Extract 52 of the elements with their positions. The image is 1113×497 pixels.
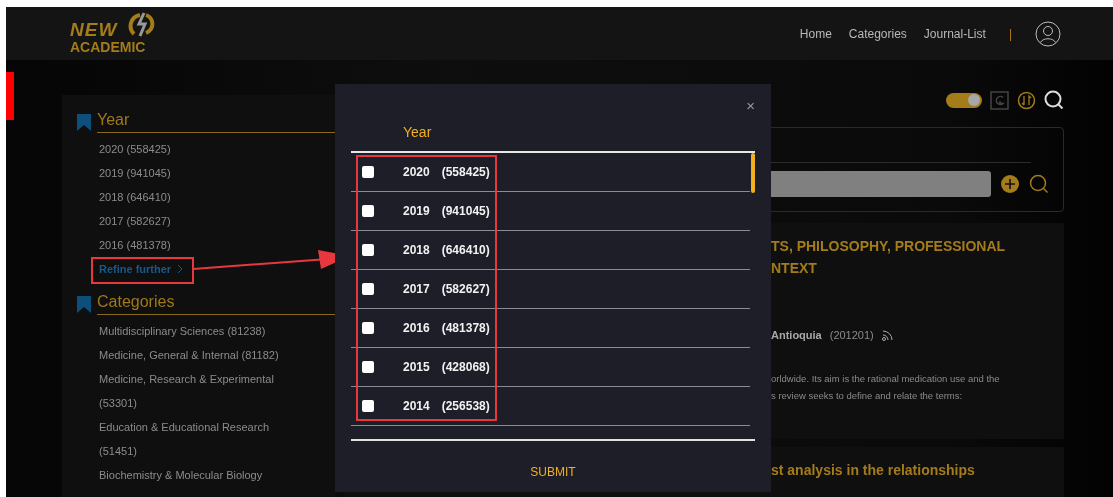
checkbox[interactable] bbox=[362, 361, 374, 373]
year-option[interactable]: 2019 (941045) bbox=[351, 192, 750, 231]
result-title[interactable]: TS, PHILOSOPHY, PROFESSIONAL bbox=[771, 235, 1054, 257]
nav-link[interactable]: Categories bbox=[848, 26, 907, 41]
submit-button[interactable]: SUBMIT bbox=[530, 465, 576, 479]
nav-separator: | bbox=[1008, 26, 1012, 41]
journal-name: Antioquia bbox=[771, 329, 822, 341]
rss-icon[interactable] bbox=[881, 329, 893, 341]
accent-bar bbox=[6, 72, 14, 120]
year-option[interactable]: 2018 (646410) bbox=[351, 231, 750, 270]
checkbox[interactable] bbox=[362, 205, 374, 217]
year-option[interactable]: 2014 (256538) bbox=[351, 387, 750, 426]
filter-item[interactable]: 2018 (646410) bbox=[99, 185, 299, 209]
circle-icon[interactable] bbox=[1017, 90, 1036, 110]
logo[interactable]: NEW ACADEMIC bbox=[70, 12, 164, 55]
abstract-text: orldwide. Its aim is the rational medication use and the bbox=[771, 372, 1001, 386]
year-option[interactable]: 2015 (428068) bbox=[351, 348, 750, 387]
scrollbar-thumb[interactable] bbox=[751, 153, 755, 193]
year-option[interactable]: 2016 (481378) bbox=[351, 309, 750, 348]
result-title[interactable]: st analysis in the relationships bbox=[771, 459, 1054, 481]
checkbox[interactable] bbox=[362, 166, 374, 178]
add-icon[interactable] bbox=[1001, 175, 1019, 193]
year-option[interactable]: 2020 (558425) bbox=[351, 153, 750, 192]
result-title[interactable]: NTEXT bbox=[771, 257, 1054, 279]
filter-item[interactable]: Medicine, Research & Experimental (53301) bbox=[99, 367, 299, 415]
user-icon[interactable] bbox=[1035, 20, 1061, 47]
filter-item[interactable]: 2016 (481378) bbox=[99, 233, 299, 257]
filter-item[interactable]: 2019 (941045) bbox=[99, 161, 299, 185]
bookmark-icon bbox=[77, 295, 91, 313]
filter-item[interactable]: Multidisciplinary Sciences (81238) bbox=[99, 319, 299, 343]
checkbox[interactable] bbox=[362, 283, 374, 295]
filter-item[interactable]: Education & Educational Research (51451) bbox=[99, 415, 299, 463]
filter-item[interactable]: Medicine, General & Internal (81182) bbox=[99, 343, 299, 367]
filter-item[interactable]: 2017 (582627) bbox=[99, 209, 299, 233]
journal-code: (201201) bbox=[829, 329, 874, 341]
checkbox[interactable] bbox=[362, 400, 374, 412]
nav-link[interactable]: Journal-List bbox=[923, 26, 986, 41]
abstract-text: s review seeks to define and relate the terms: bbox=[771, 389, 964, 403]
filter-item[interactable]: Biochemistry & Molecular Biology bbox=[99, 463, 299, 487]
nav-link[interactable]: Home bbox=[799, 26, 832, 41]
checkbox[interactable] bbox=[362, 322, 374, 334]
year-option[interactable]: 2017 (582627) bbox=[351, 270, 750, 309]
section-title: Year bbox=[97, 111, 335, 133]
dialog-title: Year bbox=[403, 124, 433, 142]
checkbox[interactable] bbox=[362, 244, 374, 256]
bookmark-icon bbox=[77, 113, 91, 131]
filter-item[interactable]: 2020 (558425) bbox=[99, 137, 299, 161]
section-title: Categories bbox=[97, 293, 335, 315]
chevron-icon bbox=[177, 264, 184, 274]
search-icon[interactable] bbox=[1044, 90, 1064, 110]
close-button[interactable]: × bbox=[746, 98, 755, 113]
toggle-switch[interactable] bbox=[946, 92, 982, 108]
